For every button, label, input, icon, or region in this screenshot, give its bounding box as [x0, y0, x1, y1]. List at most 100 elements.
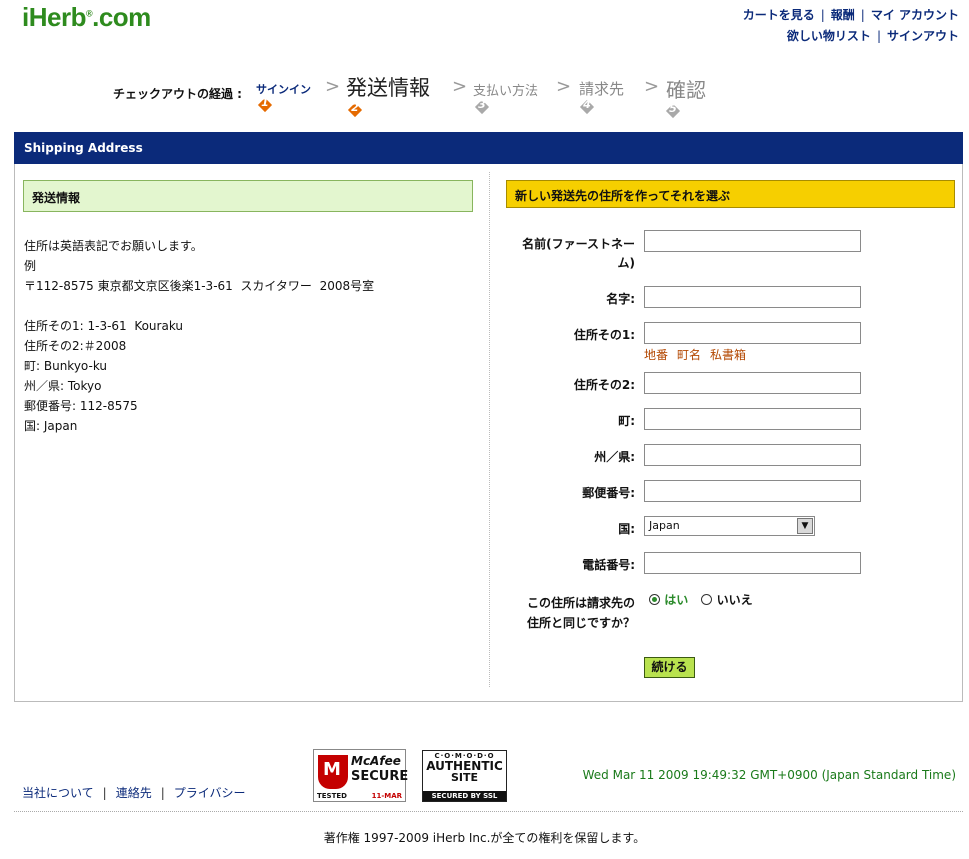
- zip-input[interactable]: [644, 480, 861, 502]
- same-as-billing-options: はい いいえ: [649, 591, 753, 608]
- chevron-right-icon: >: [452, 76, 468, 97]
- chevron-down-icon[interactable]: ▼: [797, 518, 813, 534]
- my-account-link[interactable]: マイ アカウント: [871, 8, 959, 22]
- mcafee-brand: McAfee: [351, 754, 401, 768]
- address1-input[interactable]: [644, 322, 861, 344]
- first-name-input[interactable]: [644, 230, 861, 252]
- example-line: 国: Japan: [24, 419, 78, 433]
- shipping-address-header: Shipping Address: [14, 132, 963, 164]
- example-line: 町: Bunkyo-ku: [24, 359, 108, 373]
- about-link[interactable]: 当社について: [22, 786, 94, 800]
- step-shipping: 発送情報 2: [346, 72, 430, 118]
- label-line: 名前(ファーストネー: [522, 237, 635, 251]
- chevron-right-icon: >: [325, 76, 341, 97]
- country-select[interactable]: Japan ▼: [644, 516, 815, 536]
- new-address-title: 新しい発送先の住所を作ってそれを選ぶ: [506, 180, 955, 208]
- last-name-input[interactable]: [644, 286, 861, 308]
- address1-hints: 地番 町名 私書箱: [644, 346, 755, 363]
- example-line: 郵便番号: 112-8575: [24, 399, 138, 413]
- column-divider: [489, 172, 490, 687]
- mcafee-secure-text: SECURE: [351, 769, 409, 784]
- country-label: 国:: [618, 522, 635, 536]
- first-name-label: 名前(ファーストネー ム): [495, 235, 635, 273]
- rewards-link[interactable]: 報酬: [831, 8, 855, 22]
- step-confirm: 確認 5: [665, 74, 706, 119]
- same-as-billing-label: この住所は請求先の 住所と同じですか？: [495, 593, 635, 633]
- city-input[interactable]: [644, 408, 861, 430]
- mcafee-m-icon: M: [323, 759, 341, 780]
- step-payment: 支払い方法 3: [473, 80, 539, 115]
- shipping-info-title: 発送情報: [23, 180, 473, 212]
- separator: |: [876, 29, 881, 43]
- comodo-site: SITE: [450, 771, 479, 784]
- phone-label: 電話番号:: [582, 558, 635, 572]
- separator: |: [860, 8, 865, 22]
- example-line: 〒112-8575 東京都文京区後楽1-3-61 スカイタワー 2008号室: [24, 279, 375, 293]
- city-label: 町:: [618, 414, 635, 428]
- last-name-label: 名字:: [606, 292, 635, 306]
- no-label[interactable]: いいえ: [717, 593, 753, 607]
- footer-divider: [14, 811, 963, 812]
- checkout-progress-label: チェックアウトの経過 :: [113, 87, 242, 101]
- address2-input[interactable]: [644, 372, 861, 394]
- chevron-right-icon: >: [644, 76, 660, 97]
- top-links-row-2: 欲しい物リスト | サインアウト: [743, 26, 959, 47]
- step-name: サインイン: [256, 83, 311, 96]
- server-timestamp: Wed Mar 11 2009 19:49:32 GMT+0900 (Japan…: [582, 768, 956, 782]
- example-line: 住所は英語表記でお願いします。: [24, 239, 203, 253]
- address1-label: 住所その1:: [573, 328, 635, 342]
- logo-suffix: .com: [92, 2, 151, 32]
- comodo-ssl-badge[interactable]: C·O·M·O·D·O AUTHENTIC SITE SECURED BY SS…: [422, 750, 507, 802]
- country-value: Japan: [649, 519, 680, 532]
- step-number-badge: 5: [665, 102, 681, 119]
- step-name: 請求先: [579, 80, 625, 98]
- hint-text: 町名: [677, 348, 702, 362]
- example-line: 例: [24, 259, 37, 273]
- label-line: 住所と同じですか？: [526, 616, 635, 630]
- address-example: 住所は英語表記でお願いします。 例 〒112-8575 東京都文京区後楽1-3-…: [24, 236, 374, 436]
- state-input[interactable]: [644, 444, 861, 466]
- continue-button[interactable]: 続ける: [644, 657, 695, 678]
- step-billing: 請求先 4: [579, 78, 625, 115]
- chevron-right-icon: >: [556, 76, 572, 97]
- yes-label[interactable]: はい: [664, 593, 688, 607]
- step-number-badge: 4: [579, 98, 595, 115]
- comodo-ssl-text: SECURED BY SSL: [423, 791, 506, 801]
- step-name: 確認: [666, 78, 706, 102]
- hint-text: 私書箱: [710, 348, 747, 362]
- separator: |: [102, 786, 107, 800]
- view-cart-link[interactable]: カートを見る: [743, 8, 815, 22]
- step-number-badge: 1: [257, 96, 273, 113]
- step-number-badge: 3: [474, 98, 490, 115]
- hint-text: 地番: [644, 348, 669, 362]
- example-line: 住所その2:＃2008: [24, 339, 127, 353]
- example-line: 州／県: Tokyo: [24, 379, 102, 393]
- phone-input[interactable]: [644, 552, 861, 574]
- mcafee-secure-badge[interactable]: M McAfee SECURE TESTED 11-MAR: [313, 749, 409, 802]
- separator: |: [160, 786, 165, 800]
- mcafee-tested-text: TESTED: [317, 792, 347, 800]
- contact-link[interactable]: 連絡先: [116, 786, 152, 800]
- separator: |: [820, 8, 825, 22]
- wishlist-link[interactable]: 欲しい物リスト: [787, 29, 871, 43]
- mcafee-date: 11-MAR: [371, 792, 402, 800]
- label-line: この住所は請求先の: [526, 596, 635, 610]
- zip-label: 郵便番号:: [582, 486, 635, 500]
- address2-label: 住所その2:: [573, 378, 635, 392]
- example-line: 住所その1: 1-3-61 Kouraku: [24, 319, 184, 333]
- yes-radio[interactable]: [649, 594, 660, 605]
- step-number-badge: 2: [347, 101, 363, 118]
- iherb-logo[interactable]: iHerb®.com: [22, 2, 151, 33]
- step-name: 支払い方法: [473, 84, 539, 99]
- step-signin[interactable]: サインイン 1: [256, 81, 311, 113]
- copyright: 著作権 1997-2009 iHerb Inc.が全ての権利を保留します。: [323, 831, 646, 845]
- state-label: 州／県:: [594, 450, 635, 464]
- top-links: カートを見る | 報酬 | マイ アカウント 欲しい物リスト | サインアウト: [743, 5, 959, 47]
- step-name: 発送情報: [346, 76, 430, 100]
- sign-out-link[interactable]: サインアウト: [887, 29, 959, 43]
- logo-text: iHerb: [22, 2, 86, 32]
- top-links-row-1: カートを見る | 報酬 | マイ アカウント: [743, 5, 959, 26]
- example-line: [24, 296, 374, 316]
- no-radio[interactable]: [701, 594, 713, 605]
- privacy-link[interactable]: プライバシー: [174, 786, 246, 800]
